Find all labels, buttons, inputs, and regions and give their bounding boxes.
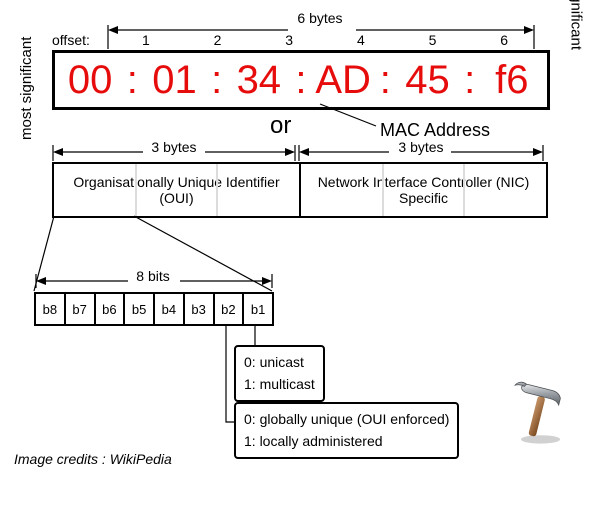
bit-b6: b6 xyxy=(94,294,124,324)
top-dimension-arrow xyxy=(108,30,534,31)
mac-address-pointer xyxy=(320,104,380,130)
bit-b2: b2 xyxy=(213,294,243,324)
b1-meaning-box: 0: unicast 1: multicast xyxy=(234,345,325,402)
oui-nic-row: Organisationally Unique Identifier (OUI)… xyxy=(52,162,548,218)
bit-b8: b8 xyxy=(36,294,64,324)
offset-3: 3 xyxy=(253,32,325,48)
mac-octet-3: 34 xyxy=(224,53,294,107)
sub-dimension-left: 3 bytes xyxy=(53,143,295,161)
nic-cell: Network Interface Controller (NIC) Speci… xyxy=(299,164,546,216)
offset-5: 5 xyxy=(397,32,469,48)
mac-sep: : xyxy=(210,53,224,107)
b1-line1: 1: multicast xyxy=(244,373,315,395)
mac-address-diagram: 6 bytes offset: 1 2 3 4 5 6 most signifi… xyxy=(0,0,600,505)
b1-line0: 0: unicast xyxy=(244,351,315,373)
oui-label: Organisationally Unique Identifier (OUI) xyxy=(58,174,295,206)
mac-address-caption: MAC Address xyxy=(380,120,490,141)
nic-label: Network Interface Controller (NIC) Speci… xyxy=(305,174,542,206)
mac-address-box: 00 : 01 : 34 : AD : 45 : f6 xyxy=(52,50,550,110)
mac-sep: : xyxy=(463,53,477,107)
offset-1: 1 xyxy=(110,32,182,48)
least-significant-label: least significant xyxy=(568,0,585,50)
left-bytes-label: 3 bytes xyxy=(53,139,295,155)
most-significant-label: most significant xyxy=(18,37,35,140)
bits-dimension: 8 bits xyxy=(36,262,270,278)
b2-line0: 0: globally unique (OUI enforced) xyxy=(244,408,449,430)
offset-4: 4 xyxy=(325,32,397,48)
offset-2: 2 xyxy=(182,32,254,48)
sub-dimension-right: 3 bytes xyxy=(299,143,543,161)
mac-sep: : xyxy=(378,53,392,107)
bit-row: b8 b7 b6 b5 b4 b3 b2 b1 xyxy=(34,292,274,326)
mac-octet-5: 45 xyxy=(392,53,462,107)
mac-sep: : xyxy=(125,53,139,107)
mac-octet-2: 01 xyxy=(139,53,209,107)
mac-sep: : xyxy=(294,53,308,107)
top-dimension-label: 6 bytes xyxy=(110,10,530,26)
image-credits: Image credits : WikiPedia xyxy=(14,451,172,467)
bit-b4: b4 xyxy=(153,294,183,324)
bit-b1: b1 xyxy=(242,294,272,324)
bit-b5: b5 xyxy=(123,294,153,324)
bits-dimension-label: 8 bits xyxy=(136,268,169,284)
hammer-icon xyxy=(502,375,572,445)
offset-label: offset: xyxy=(52,32,90,48)
bit-b7: b7 xyxy=(64,294,94,324)
b2-line1: 1: locally administered xyxy=(244,430,449,452)
mac-octet-6: f6 xyxy=(477,53,547,107)
or-label: or xyxy=(270,112,291,140)
mac-octet-4: AD xyxy=(308,53,378,107)
right-bytes-label: 3 bytes xyxy=(299,139,543,155)
offset-6: 6 xyxy=(468,32,540,48)
offset-numbers: 1 2 3 4 5 6 xyxy=(110,32,540,48)
mac-octet-1: 00 xyxy=(55,53,125,107)
bit-b3: b3 xyxy=(183,294,213,324)
b2-meaning-box: 0: globally unique (OUI enforced) 1: loc… xyxy=(234,402,459,459)
oui-cell: Organisationally Unique Identifier (OUI) xyxy=(54,164,299,216)
